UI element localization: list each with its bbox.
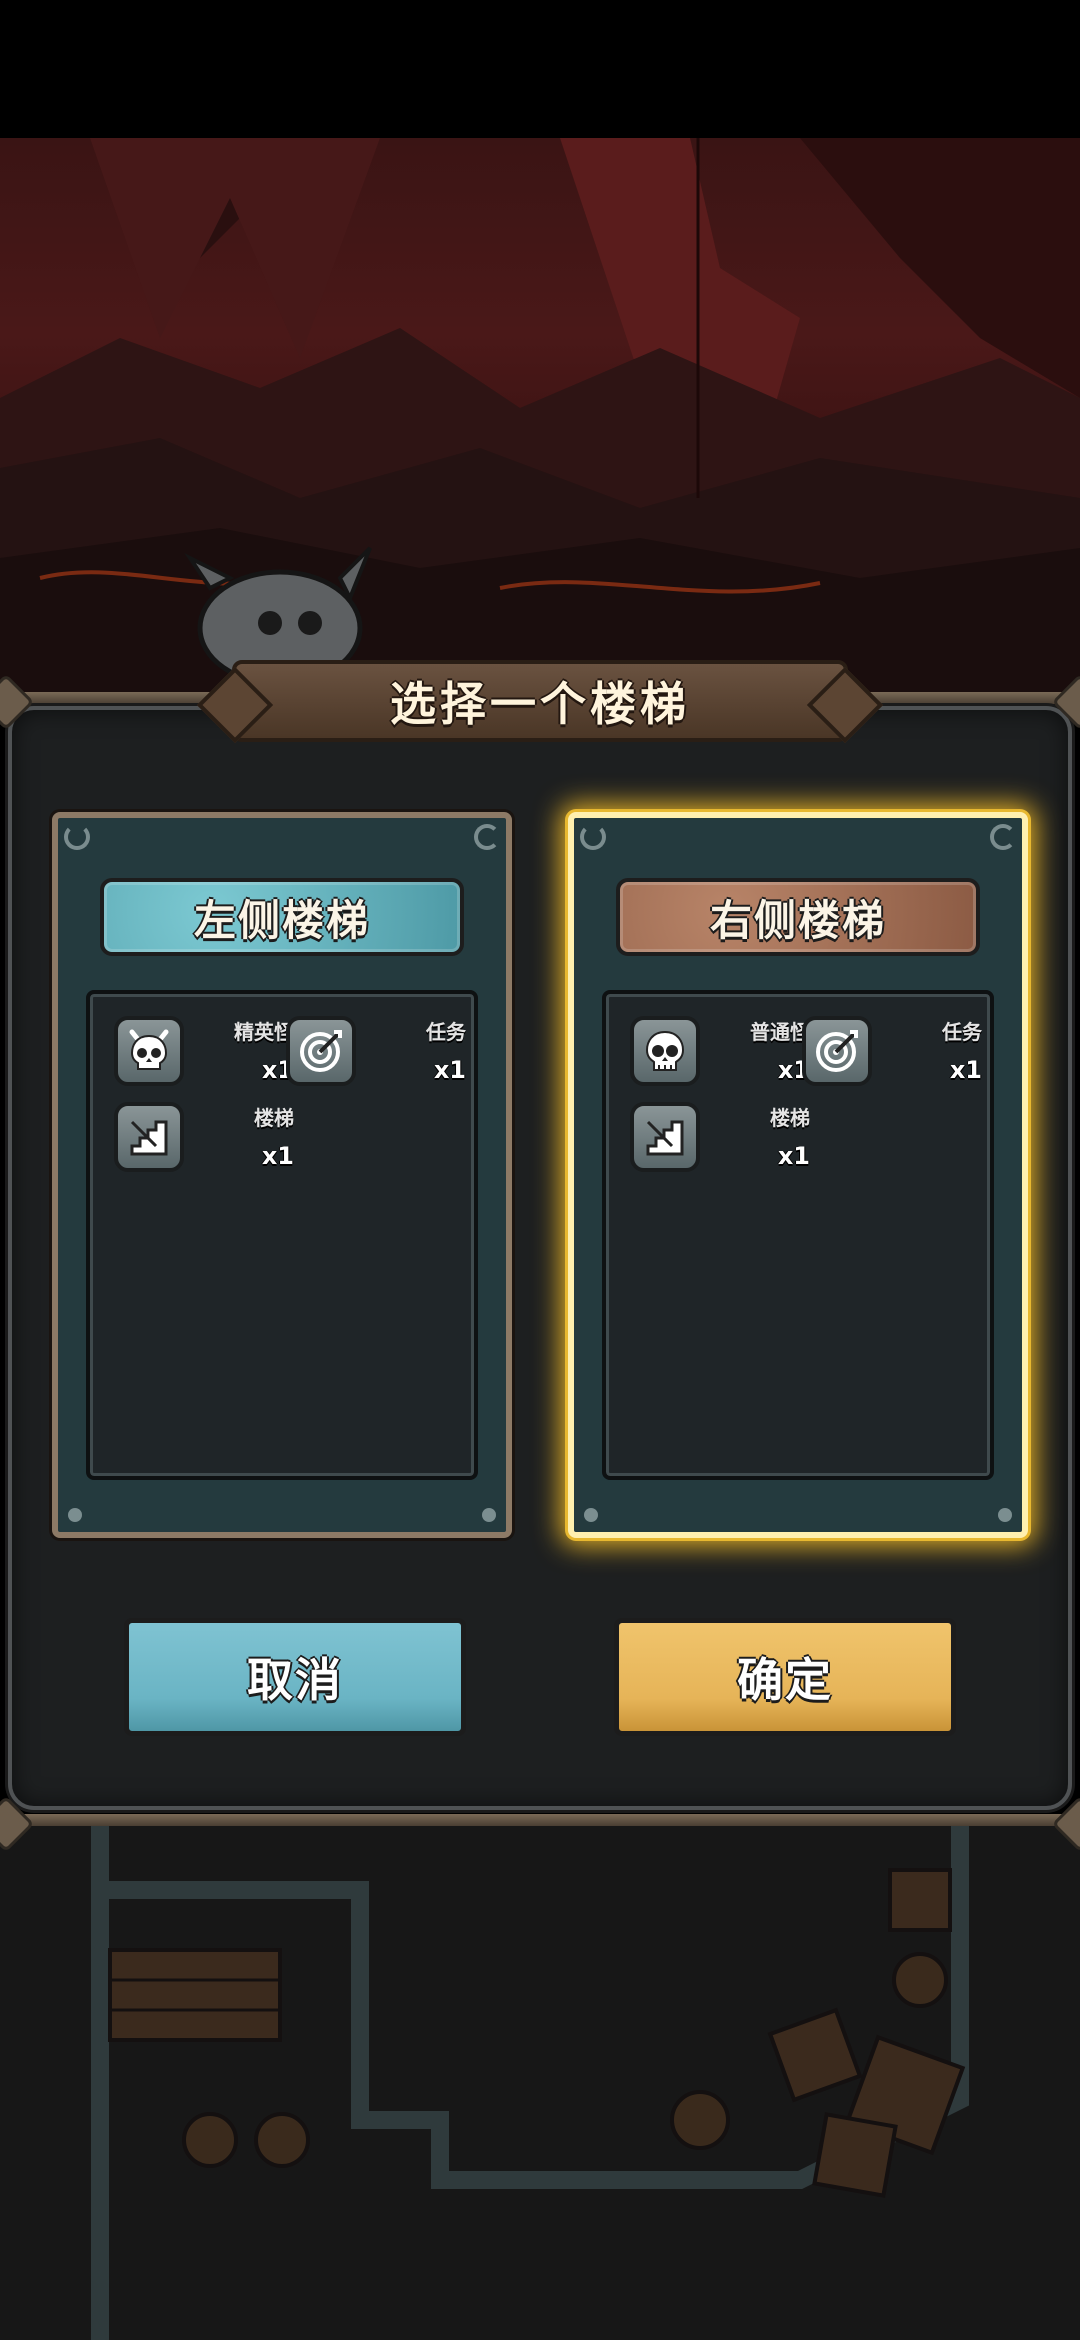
corner-ornament [990, 824, 1016, 850]
stairs-icon [630, 1102, 700, 1172]
reward-label: 普通怪 [750, 1020, 810, 1044]
cancel-button[interactable]: 取消 [124, 1618, 466, 1736]
reward-item: 楼梯 x1 [630, 1102, 810, 1172]
target-icon [802, 1016, 872, 1086]
cave-background [0, 138, 1080, 698]
skull-icon [630, 1016, 700, 1086]
corner-ornament [474, 824, 500, 850]
reward-item: 精英怪 x1 [114, 1016, 294, 1086]
reward-item: 普通怪 x1 [630, 1016, 810, 1086]
demon-skull-icon [114, 1016, 184, 1086]
dialog-title-plate: 选择一个楼梯 [232, 660, 848, 742]
status-bar-area [0, 0, 1080, 138]
reward-list: 普通怪 x1 任务 x1 楼梯 x1 [602, 990, 994, 1480]
reward-count: x1 [261, 1142, 294, 1170]
reward-item: 任务 x1 [802, 1016, 982, 1086]
corner-ornament [580, 824, 606, 850]
option-banner: 左侧楼梯 [100, 878, 464, 956]
corner-rivet [584, 1508, 598, 1522]
reward-count: x1 [949, 1056, 982, 1084]
corner-rivet [68, 1508, 82, 1522]
reward-count: x1 [777, 1142, 810, 1170]
corner-rivet [482, 1508, 496, 1522]
option-card-left-stairs[interactable]: 左侧楼梯 精英怪 x1 任务 x1 楼梯 x1 [52, 812, 512, 1538]
stairs-icon [114, 1102, 184, 1172]
target-icon [286, 1016, 356, 1086]
reward-item: 楼梯 x1 [114, 1102, 294, 1172]
option-card-right-stairs[interactable]: 右侧楼梯 普通怪 x1 任务 x1 楼梯 x1 [568, 812, 1028, 1538]
reward-label: 楼梯 [770, 1106, 810, 1130]
reward-label: 精英怪 [234, 1020, 294, 1044]
confirm-button[interactable]: 确定 [614, 1618, 956, 1736]
reward-list: 精英怪 x1 任务 x1 楼梯 x1 [86, 990, 478, 1480]
reward-label: 楼梯 [254, 1106, 294, 1130]
reward-count: x1 [433, 1056, 466, 1084]
option-banner-label: 左侧楼梯 [193, 895, 370, 945]
reward-label: 任务 [942, 1020, 982, 1044]
reward-label: 任务 [426, 1020, 466, 1044]
cancel-button-label: 取消 [247, 1653, 343, 1707]
corner-rivet [998, 1508, 1012, 1522]
dungeon-floor-background [0, 1820, 1080, 2340]
dialog-title: 选择一个楼梯 [390, 677, 690, 731]
corner-ornament [64, 824, 90, 850]
option-banner: 右侧楼梯 [616, 878, 980, 956]
panel-bottom-rail [0, 1814, 1080, 1826]
option-banner-label: 右侧楼梯 [709, 895, 886, 945]
confirm-button-label: 确定 [737, 1653, 833, 1707]
reward-item: 任务 x1 [286, 1016, 466, 1086]
